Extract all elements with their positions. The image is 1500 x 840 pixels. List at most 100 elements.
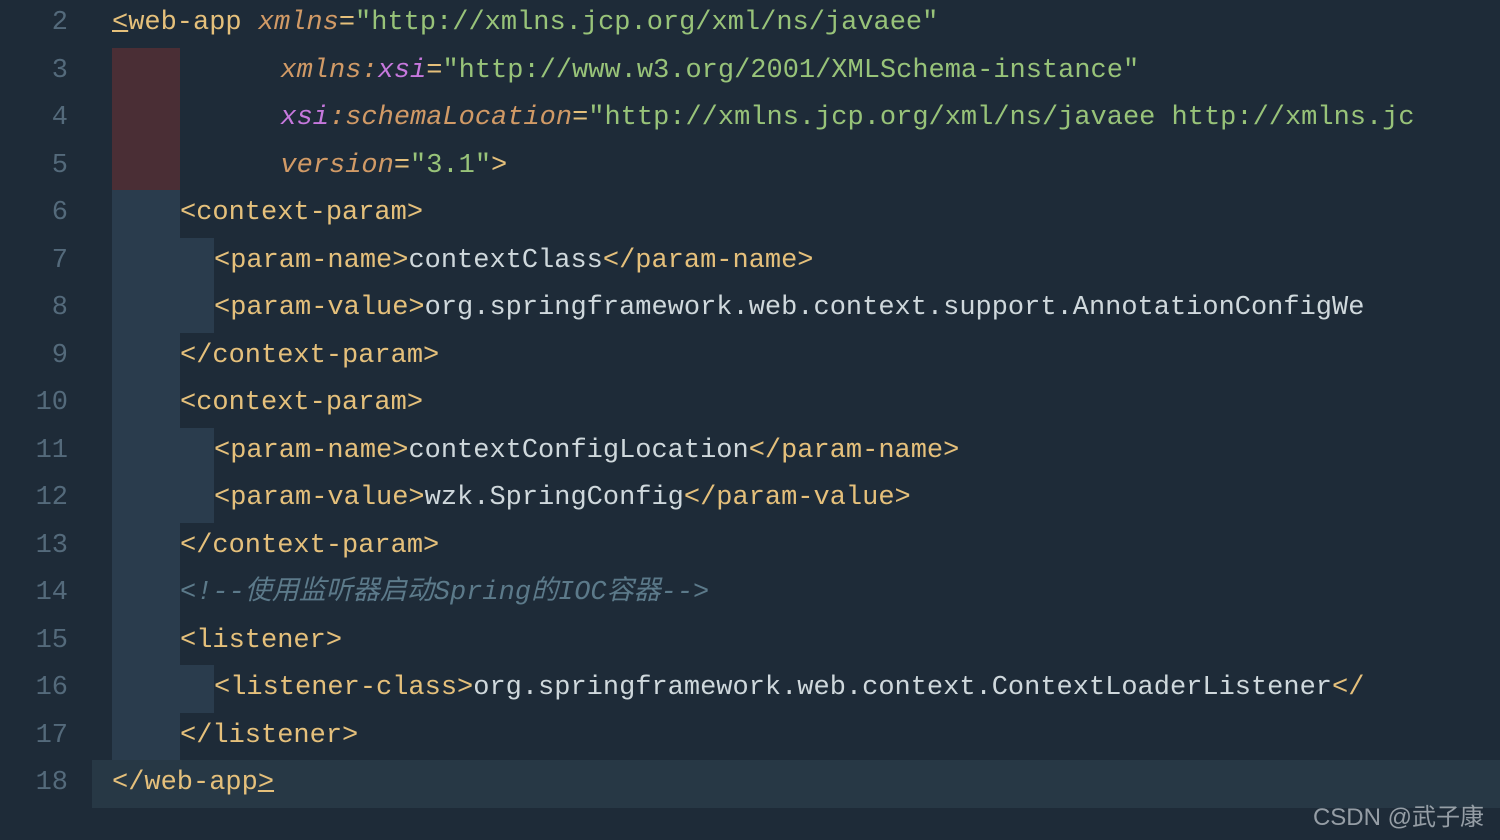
indent-guide [112, 143, 180, 191]
code-area[interactable]: <web-app xmlns="http://xmlns.jcp.org/xml… [92, 0, 1500, 840]
code-line: <param-name>contextClass</param-name> [92, 238, 1500, 286]
indent-guide [112, 285, 180, 333]
line-number: 8 [0, 285, 92, 333]
xml-tag: <param-value> [214, 293, 425, 323]
line-number: 17 [0, 713, 92, 761]
gutter: 2 3 4 5 6 7 8 9 10 11 12 13 14 15 16 17 … [0, 0, 92, 840]
line-number: 5 [0, 143, 92, 191]
indent-guide [180, 285, 214, 333]
line-number: 3 [0, 48, 92, 96]
xml-tag: </param-name> [749, 436, 960, 466]
code-line: <param-value>wzk.SpringConfig</param-val… [92, 475, 1500, 523]
code-line: <param-value>org.springframework.web.con… [92, 285, 1500, 333]
xml-punct: = [572, 103, 588, 133]
code-line: xmlns:xsi="http://www.w3.org/2001/XMLSch… [92, 48, 1500, 96]
xml-tag: <listener-class> [214, 673, 473, 703]
line-number: 7 [0, 238, 92, 286]
indent-guide [112, 475, 180, 523]
code-line: </listener> [92, 713, 1500, 761]
xml-tag: <param-value> [214, 483, 425, 513]
code-line: version="3.1"> [92, 143, 1500, 191]
xml-tag: <context-param> [180, 388, 423, 418]
xml-string: "http://xmlns.jcp.org/xml/ns/javaee" [355, 8, 938, 38]
line-number: 12 [0, 475, 92, 523]
line-number: 9 [0, 333, 92, 381]
indent-guide [112, 48, 180, 96]
xml-tag: </context-param> [180, 531, 439, 561]
xml-text: contextClass [408, 246, 602, 276]
xml-tag: <param-name> [214, 246, 408, 276]
xml-attr: xsi [378, 56, 427, 86]
xml-string: "3.1" [410, 151, 491, 181]
indent-guide [180, 428, 214, 476]
xml-tag: </param-name> [603, 246, 814, 276]
line-number: 4 [0, 95, 92, 143]
indent-guide [112, 713, 180, 761]
line-number: 15 [0, 618, 92, 666]
xml-text: org.springframework.web.context.ContextL… [473, 673, 1332, 703]
xml-punct: = [339, 8, 355, 38]
line-number: 10 [0, 380, 92, 428]
xml-string: "http://xmlns.jcp.org/xml/ns/javaee http… [588, 103, 1414, 133]
code-line: <!--使用监听器启动Spring的IOC容器--> [92, 570, 1500, 618]
xml-tag: </listener> [180, 721, 358, 751]
line-number: 13 [0, 523, 92, 571]
indent-guide [112, 570, 180, 618]
xml-tag: <context-param> [180, 198, 423, 228]
xml-tag: <listener> [180, 626, 342, 656]
code-line: <param-name>contextConfigLocation</param… [92, 428, 1500, 476]
code-line: <listener-class>org.springframework.web.… [92, 665, 1500, 713]
xml-tag: <param-name> [214, 436, 408, 466]
indent-guide [180, 238, 214, 286]
indent-guide [112, 523, 180, 571]
indent-guide [112, 428, 180, 476]
watermark: CSDN @武子康 [1313, 797, 1484, 832]
xml-punct: = [426, 56, 442, 86]
xml-comment: <!--使用监听器启动Spring的IOC容器--> [180, 578, 709, 608]
xml-string: "http://www.w3.org/2001/XMLSchema-instan… [442, 56, 1139, 86]
xml-tag: </ [1332, 673, 1364, 703]
xml-text: wzk.SpringConfig [425, 483, 684, 513]
line-number: 6 [0, 190, 92, 238]
xml-text: org.springframework.web.context.support.… [425, 293, 1365, 323]
xml-tag: web-app [128, 8, 241, 38]
line-number: 16 [0, 665, 92, 713]
xml-punct: </ [112, 768, 144, 798]
indent-guide [180, 475, 214, 523]
xml-attr: xsi [280, 103, 329, 133]
xml-tag: </context-param> [180, 341, 439, 371]
code-line: <web-app xmlns="http://xmlns.jcp.org/xml… [92, 0, 1500, 48]
indent-guide [112, 238, 180, 286]
xml-attr: schemaLocation [345, 103, 572, 133]
code-line: <context-param> [92, 190, 1500, 238]
line-number: 2 [0, 0, 92, 48]
xml-punct: < [112, 8, 128, 38]
code-line: </context-param> [92, 523, 1500, 571]
xml-tag: </param-value> [684, 483, 911, 513]
xml-attr: : [329, 103, 345, 133]
indent-guide [112, 95, 180, 143]
code-editor[interactable]: 2 3 4 5 6 7 8 9 10 11 12 13 14 15 16 17 … [0, 0, 1500, 840]
code-line-current: </web-app> [92, 760, 1500, 808]
xml-tag: web-app [144, 768, 257, 798]
indent-guide [112, 665, 180, 713]
xml-attr: xmlns [258, 8, 339, 38]
xml-punct: > [491, 151, 507, 181]
code-line: </context-param> [92, 333, 1500, 381]
xml-attr: version [280, 151, 393, 181]
code-line: <listener> [92, 618, 1500, 666]
line-number: 14 [0, 570, 92, 618]
code-line: <context-param> [92, 380, 1500, 428]
indent-guide [180, 665, 214, 713]
indent-guide [112, 618, 180, 666]
code-line: xsi:schemaLocation="http://xmlns.jcp.org… [92, 95, 1500, 143]
indent-guide [112, 190, 180, 238]
indent-guide [112, 333, 180, 381]
xml-text: contextConfigLocation [408, 436, 748, 466]
xml-punct: = [394, 151, 410, 181]
line-number: 11 [0, 428, 92, 476]
xml-punct: > [258, 768, 274, 798]
indent-guide [112, 380, 180, 428]
xml-attr: xmlns: [280, 56, 377, 86]
line-number: 18 [0, 760, 92, 808]
